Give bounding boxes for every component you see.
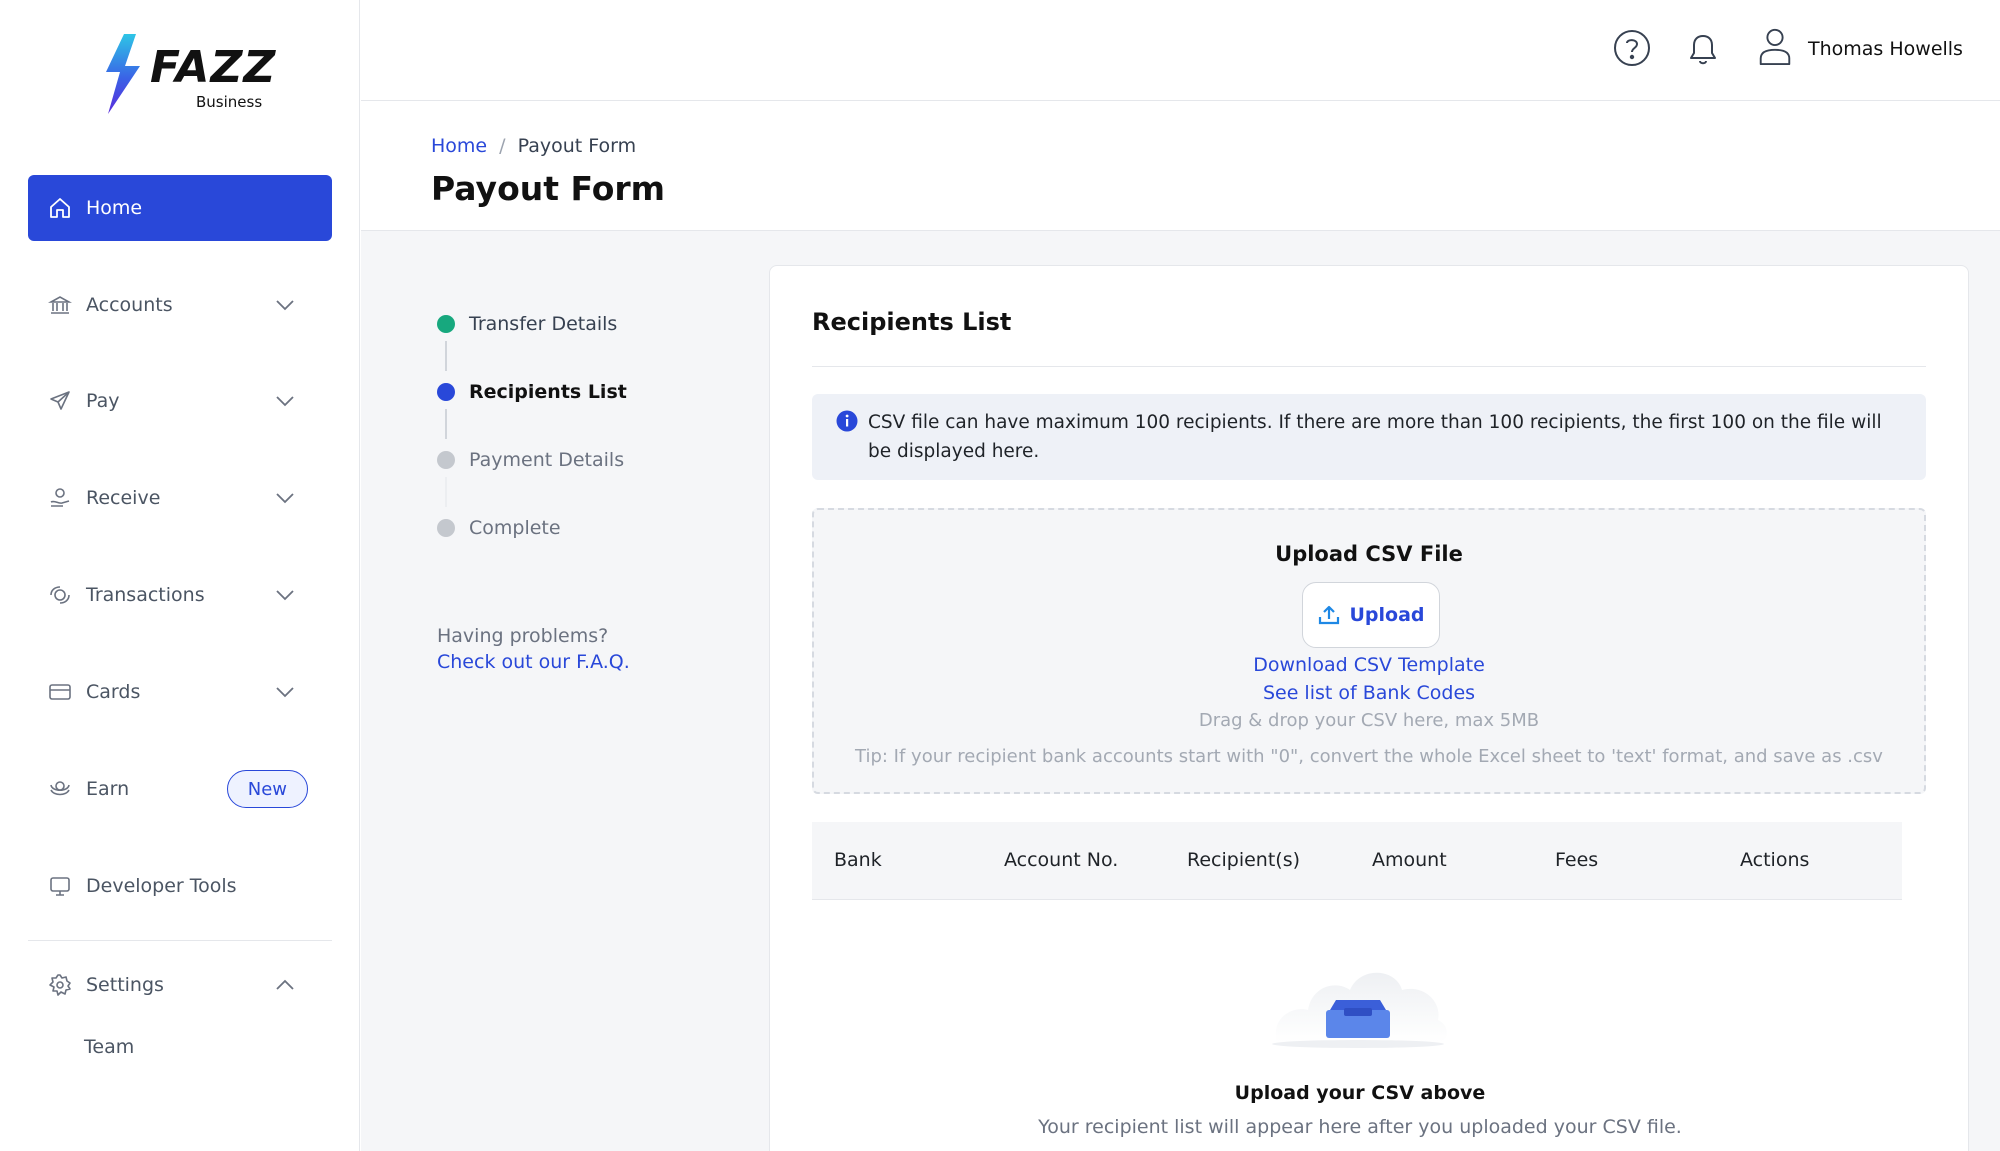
sidebar-item-label: Transactions [86, 584, 205, 606]
sidebar-divider [28, 940, 332, 941]
brand-sub: Business [196, 93, 263, 111]
column-fees: Fees [1555, 849, 1599, 871]
home-icon [48, 196, 72, 220]
chevron-down-icon[interactable] [274, 390, 296, 412]
recipients-card: Recipients List CSV file can have maximu… [769, 265, 1969, 1151]
new-badge: New [226, 770, 308, 808]
column-bank: Bank [834, 849, 882, 871]
bell-icon[interactable] [1683, 28, 1723, 68]
upload-title: Upload CSV File [1275, 542, 1463, 566]
sidebar-item-label: Accounts [86, 294, 173, 316]
info-icon [836, 410, 858, 432]
upload-tip: Tip: If your recipient bank accounts sta… [855, 746, 1883, 767]
step-recipients-list: Recipients List [437, 381, 627, 403]
info-banner: CSV file can have maximum 100 recipients… [812, 394, 1926, 480]
sidebar-item-developer-tools[interactable]: Developer Tools [28, 853, 332, 919]
card-icon [48, 680, 72, 704]
brand-name: FAZZ [150, 42, 277, 93]
step-current-dot [437, 383, 455, 401]
column-recipients: Recipient(s) [1187, 849, 1301, 871]
main-content: Transfer Details Recipients List Payment… [361, 231, 2000, 1151]
receive-icon [48, 486, 72, 510]
sidebar-item-transactions[interactable]: Transactions [28, 562, 332, 628]
sidebar-item-label: Pay [86, 390, 120, 412]
chevron-down-icon[interactable] [274, 487, 296, 509]
column-account-no: Account No. [1004, 849, 1119, 871]
sidebar-item-earn[interactable]: Earn New [28, 756, 332, 822]
transactions-icon [48, 583, 72, 607]
sidebar-item-receive[interactable]: Receive [28, 465, 332, 531]
send-icon [48, 389, 72, 413]
step-label: Payment Details [469, 449, 625, 471]
card-title: Recipients List [812, 308, 1012, 336]
bolt-logo-icon [106, 34, 140, 114]
chevron-down-icon[interactable] [274, 681, 296, 703]
recipients-table-header: Bank Account No. Recipient(s) Amount Fee… [812, 822, 1902, 900]
drag-drop-hint: Drag & drop your CSV here, max 5MB [1198, 710, 1540, 731]
faq-link[interactable]: Check out our F.A.Q. [437, 651, 630, 673]
upload-icon [1319, 605, 1340, 625]
empty-inbox-icon [1272, 972, 1447, 1048]
sidebar-item-pay[interactable]: Pay [28, 368, 332, 434]
empty-state-title: Upload your CSV above [1234, 1082, 1486, 1104]
sidebar-item-label: Settings [86, 974, 164, 996]
sidebar-item-label: Receive [86, 487, 161, 509]
step-label: Recipients List [469, 381, 627, 403]
step-connector [445, 409, 447, 439]
monitor-icon [48, 874, 72, 898]
empty-state-subtitle: Your recipient list will appear here aft… [1038, 1116, 1682, 1138]
step-label: Transfer Details [469, 313, 618, 335]
chevron-up-icon[interactable] [274, 974, 296, 996]
help-text: Having problems? [437, 625, 609, 647]
user-avatar-icon[interactable] [1755, 26, 1795, 66]
bank-icon [48, 293, 72, 317]
breadcrumb-separator: / [499, 135, 506, 157]
chevron-down-icon[interactable] [274, 294, 296, 316]
csv-dropzone[interactable]: Upload CSV File Upload Download CSV Temp… [812, 508, 1926, 794]
step-transfer-details: Transfer Details [437, 313, 617, 335]
sidebar-item-home[interactable]: Home [28, 175, 332, 241]
earn-icon [48, 777, 72, 801]
card-divider [812, 366, 1926, 367]
sidebar: FAZZ Business Home Accounts Pay Receive … [0, 0, 360, 1151]
sidebar-item-label: Developer Tools [86, 875, 237, 897]
step-complete: Complete [437, 517, 561, 539]
page-title: Payout Form [431, 169, 666, 208]
top-bar: Thomas Howells [361, 0, 2000, 101]
breadcrumb: Home / Payout Form [431, 135, 636, 157]
sidebar-item-accounts[interactable]: Accounts [28, 272, 332, 338]
sidebar-item-cards[interactable]: Cards [28, 659, 332, 725]
gear-icon [48, 973, 72, 997]
column-actions: Actions [1740, 849, 1810, 871]
chevron-down-icon[interactable] [274, 584, 296, 606]
step-connector [445, 341, 447, 371]
step-payment-details: Payment Details [437, 449, 624, 471]
fazz-logo[interactable]: FAZZ Business [94, 32, 277, 116]
info-text: CSV file can have maximum 100 recipients… [868, 412, 1882, 462]
step-connector [445, 477, 447, 507]
upload-button[interactable]: Upload [1302, 582, 1440, 648]
bank-codes-link[interactable]: See list of Bank Codes [814, 682, 1924, 704]
breadcrumb-home-link[interactable]: Home [431, 135, 487, 157]
user-name[interactable]: Thomas Howells [1808, 38, 1963, 60]
sidebar-subitem-team[interactable]: Team [84, 1036, 134, 1058]
sidebar-item-label: Home [86, 197, 143, 219]
step-label: Complete [469, 517, 561, 539]
breadcrumb-current: Payout Form [517, 135, 637, 157]
step-done-dot [437, 315, 455, 333]
download-template-link[interactable]: Download CSV Template [814, 654, 1924, 676]
help-icon[interactable] [1612, 28, 1652, 68]
sidebar-item-settings[interactable]: Settings [28, 952, 332, 1018]
step-pending-dot [437, 451, 455, 469]
step-pending-dot [437, 519, 455, 537]
column-amount: Amount [1372, 849, 1447, 871]
page-header: Home / Payout Form Payout Form [361, 101, 2000, 231]
upload-button-label: Upload [1349, 604, 1425, 626]
sidebar-item-label: Cards [86, 681, 141, 703]
sidebar-item-label: Earn [86, 778, 130, 800]
